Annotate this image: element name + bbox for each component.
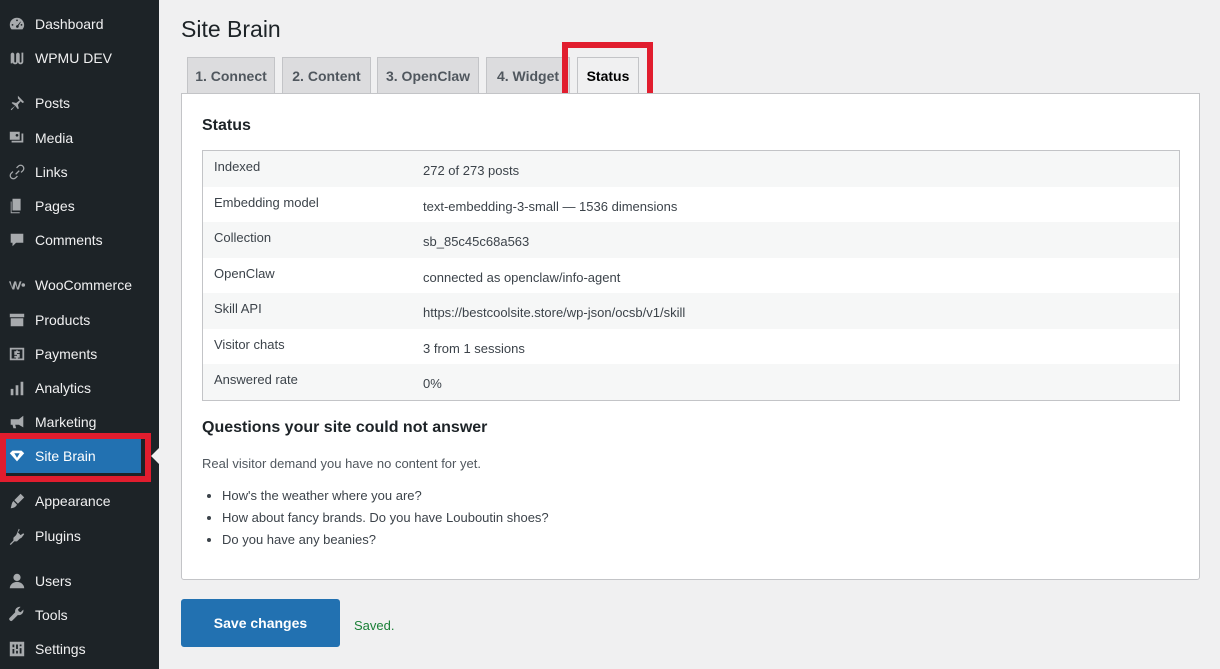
sidebar-item-payments[interactable]: Payments bbox=[0, 337, 159, 371]
sidebar-item-label: Plugins bbox=[35, 528, 81, 544]
row-value: 272 of 273 posts bbox=[423, 163, 520, 179]
row-key: Collection bbox=[214, 230, 272, 246]
admin-sidebar: Dashboard WPMU DEV Posts Media Links Pag… bbox=[0, 0, 159, 669]
status-table: Indexed 272 of 273 posts Embedding model… bbox=[202, 150, 1180, 401]
sidebar-item-site-brain[interactable]: Site Brain bbox=[0, 439, 141, 473]
tab-openclaw[interactable]: 3. OpenClaw bbox=[377, 57, 479, 93]
media-icon bbox=[7, 128, 27, 148]
sidebar-item-label: Dashboard bbox=[35, 16, 104, 32]
pages-icon bbox=[7, 196, 27, 216]
sidebar-item-label: Pages bbox=[35, 198, 75, 214]
row-value: 0% bbox=[423, 376, 442, 392]
sidebar-item-media[interactable]: Media bbox=[0, 121, 159, 155]
sidebar-item-wpmudev[interactable]: WPMU DEV bbox=[0, 41, 159, 75]
sidebar-item-comments[interactable]: Comments bbox=[0, 223, 159, 257]
sidebar-item-analytics[interactable]: Analytics bbox=[0, 371, 159, 405]
sidebar-item-dashboard[interactable]: Dashboard bbox=[0, 7, 159, 41]
chart-bar-icon bbox=[7, 378, 27, 398]
link-icon bbox=[7, 162, 27, 182]
diamond-icon bbox=[7, 446, 27, 466]
sidebar-item-label: Marketing bbox=[35, 414, 97, 430]
wrench-icon bbox=[7, 605, 27, 625]
unanswered-description: Real visitor demand you have no content … bbox=[202, 456, 481, 471]
dashboard-icon bbox=[7, 14, 27, 34]
tab-status[interactable]: Status bbox=[577, 57, 639, 94]
sidebar-item-posts[interactable]: Posts bbox=[0, 86, 159, 120]
table-row: Indexed 272 of 273 posts bbox=[203, 151, 1179, 187]
row-value: https://bestcoolsite.store/wp-json/ocsb/… bbox=[423, 305, 686, 321]
sidebar-item-label: Analytics bbox=[35, 380, 92, 396]
list-item: Do you have any beanies? bbox=[222, 531, 549, 553]
table-row: Embedding model text-embedding-3-small —… bbox=[203, 187, 1179, 223]
wpmudev-icon bbox=[7, 48, 27, 68]
sidebar-item-label: Comments bbox=[35, 232, 103, 248]
status-panel: Status Indexed 272 of 273 posts Embeddin… bbox=[181, 93, 1200, 580]
sidebar-item-label: Products bbox=[35, 312, 91, 328]
row-key: Skill API bbox=[214, 301, 262, 317]
sidebar-item-label: Settings bbox=[35, 641, 86, 657]
megaphone-icon bbox=[7, 412, 27, 432]
table-row: Answered rate 0% bbox=[203, 364, 1179, 400]
archive-icon bbox=[7, 310, 27, 330]
list-item: How about fancy brands. Do you have Loub… bbox=[222, 509, 549, 531]
sidebar-item-label: Payments bbox=[35, 346, 98, 362]
pin-icon bbox=[7, 93, 27, 113]
sidebar-item-label: Appearance bbox=[35, 493, 111, 509]
sidebar-item-label: Tools bbox=[35, 607, 68, 623]
comment-icon bbox=[7, 230, 27, 250]
sidebar-item-label: Site Brain bbox=[35, 448, 96, 464]
saved-message: Saved. bbox=[354, 618, 395, 633]
row-key: OpenClaw bbox=[214, 265, 275, 281]
sidebar-item-settings[interactable]: Settings bbox=[0, 632, 159, 666]
brush-icon bbox=[7, 491, 27, 511]
row-key: Embedding model bbox=[214, 194, 319, 210]
tab-content[interactable]: 2. Content bbox=[282, 57, 371, 93]
table-row: Collection sb_85c45c68a563 bbox=[203, 222, 1179, 258]
table-row: Skill API https://bestcoolsite.store/wp-… bbox=[203, 293, 1179, 329]
row-key: Answered rate bbox=[214, 372, 298, 388]
plugin-icon bbox=[7, 526, 27, 546]
table-row: Visitor chats 3 from 1 sessions bbox=[203, 329, 1179, 365]
sidebar-item-marketing[interactable]: Marketing bbox=[0, 405, 159, 439]
table-row: OpenClaw connected as openclaw/info-agen… bbox=[203, 258, 1179, 294]
unanswered-heading: Questions your site could not answer bbox=[202, 419, 488, 436]
list-item: How's the weather where you are? bbox=[222, 487, 549, 509]
unanswered-list: How's the weather where you are? How abo… bbox=[222, 487, 549, 553]
sidebar-item-label: Users bbox=[35, 573, 72, 589]
sidebar-item-products[interactable]: Products bbox=[0, 303, 159, 337]
woocommerce-icon bbox=[7, 275, 27, 295]
row-key: Visitor chats bbox=[214, 336, 285, 352]
sidebar-item-label: Posts bbox=[35, 95, 71, 111]
sidebar-item-label: WooCommerce bbox=[35, 277, 132, 293]
row-value: 3 from 1 sessions bbox=[423, 340, 525, 356]
row-value: sb_85c45c68a563 bbox=[423, 234, 530, 250]
sidebar-item-label: WPMU DEV bbox=[35, 50, 112, 66]
row-value: text-embedding-3-small — 1536 dimensions bbox=[423, 198, 678, 214]
active-menu-arrow bbox=[151, 448, 159, 464]
save-changes-button[interactable]: Save changes bbox=[181, 599, 340, 647]
user-icon bbox=[7, 571, 27, 591]
sidebar-item-pages[interactable]: Pages bbox=[0, 189, 159, 223]
tab-widget[interactable]: 4. Widget bbox=[486, 57, 570, 93]
tab-connect[interactable]: 1. Connect bbox=[187, 57, 275, 93]
settings-icon bbox=[7, 639, 27, 659]
row-value: connected as openclaw/info-agent bbox=[423, 269, 621, 285]
sidebar-item-tools[interactable]: Tools bbox=[0, 598, 159, 632]
sidebar-item-woocommerce[interactable]: WooCommerce bbox=[0, 268, 159, 302]
page-title: Site Brain bbox=[181, 16, 281, 42]
sidebar-item-links[interactable]: Links bbox=[0, 155, 159, 189]
sidebar-item-plugins[interactable]: Plugins bbox=[0, 519, 159, 553]
sidebar-item-appearance[interactable]: Appearance bbox=[0, 484, 159, 518]
row-key: Indexed bbox=[214, 159, 261, 175]
sidebar-item-label: Links bbox=[35, 164, 68, 180]
status-heading: Status bbox=[202, 117, 251, 134]
sidebar-item-label: Media bbox=[35, 130, 74, 146]
payments-icon bbox=[7, 344, 27, 364]
sidebar-item-users[interactable]: Users bbox=[0, 564, 159, 598]
